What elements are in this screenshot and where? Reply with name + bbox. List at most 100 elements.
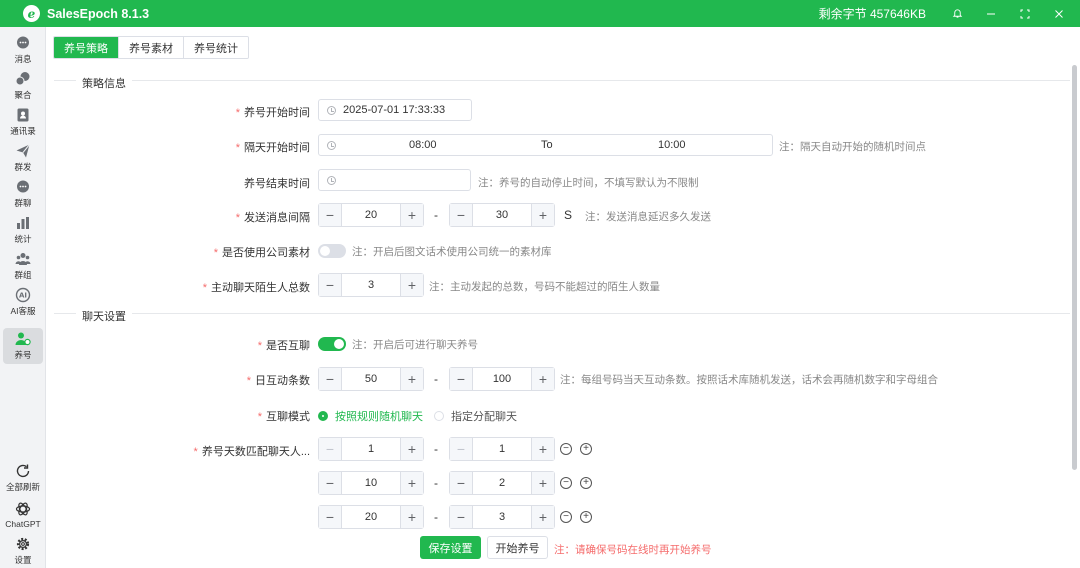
sidebar-item-label: 消息 [14, 54, 32, 64]
sidebar-settings[interactable]: 设置 [3, 533, 43, 568]
minimize-button[interactable] [974, 0, 1008, 27]
mode-option-assigned: 指定分配聊天 [451, 411, 517, 423]
increment-button[interactable]: + [400, 274, 423, 296]
start-warning-note: 注：请确保号码在线时再开始养号 [554, 544, 712, 556]
sidebar-item-account-nurture[interactable]: 养号 [3, 328, 43, 364]
scrollbar[interactable] [1072, 65, 1077, 470]
sidebar-chatgpt[interactable]: ChatGPT [3, 497, 43, 533]
decrement-button[interactable]: − [450, 368, 473, 390]
increment-button[interactable]: + [400, 472, 423, 494]
decrement-button[interactable]: − [450, 472, 473, 494]
match-days-value[interactable]: 20 [342, 511, 400, 523]
start-nurture-button[interactable]: 开始养号 [487, 536, 548, 559]
add-row-icon[interactable]: + [580, 443, 592, 455]
interval-note: 注：发送消息延迟多久发送 [585, 211, 711, 223]
add-row-icon[interactable]: + [580, 477, 592, 489]
decrement-button[interactable]: − [450, 506, 473, 528]
sidebar-item-ai-service[interactable]: AI AI客服 [3, 284, 43, 320]
mode-radio-random[interactable]: 按照规则随机聊天 [318, 408, 423, 424]
match-row-2-days-stepper[interactable]: − 10 + [318, 471, 424, 495]
remove-row-icon[interactable]: − [560, 477, 572, 489]
interval-max-value[interactable]: 30 [473, 209, 531, 221]
save-settings-button[interactable]: 保存设置 [420, 536, 481, 559]
match-row-3-people-stepper[interactable]: − 3 + [449, 505, 555, 529]
svg-text:AI: AI [19, 292, 27, 300]
group-chat-icon [17, 180, 29, 193]
decrement-button[interactable]: − [319, 368, 342, 390]
interval-unit: S [564, 208, 573, 222]
section-divider [54, 313, 1070, 314]
close-button[interactable] [1042, 0, 1076, 27]
sidebar-refresh-all[interactable]: 全部刷新 [3, 460, 43, 496]
sidebar-item-aggregate[interactable]: 聚合 [3, 68, 43, 104]
increment-button[interactable]: + [531, 472, 554, 494]
increment-button[interactable]: + [531, 438, 554, 460]
range-dash: - [434, 208, 438, 222]
end-time-picker[interactable] [318, 169, 471, 191]
mode-radio-assigned[interactable]: 指定分配聊天 [434, 408, 517, 424]
match-days-value[interactable]: 1 [342, 443, 400, 455]
clock-icon [327, 140, 336, 150]
increment-button[interactable]: + [531, 368, 554, 390]
strangers-stepper[interactable]: − 3 + [318, 273, 424, 297]
sidebar-item-contacts[interactable]: 通讯录 [3, 104, 43, 140]
next-day-time-range[interactable]: 08:00 To 10:00 [318, 134, 773, 156]
decrement-button[interactable]: − [450, 438, 473, 460]
sidebar-item-groups[interactable]: 群组 [3, 248, 43, 284]
match-row-1-people-stepper[interactable]: − 1 + [449, 437, 555, 461]
tab-statistics[interactable]: 养号统计 [184, 37, 248, 58]
start-time-value: 2025-07-01 17:33:33 [343, 104, 446, 116]
use-company-toggle[interactable] [318, 244, 346, 258]
sidebar-item-label: 群聊 [14, 198, 32, 208]
interval-min-stepper[interactable]: − 20 + [318, 203, 424, 227]
sidebar-item-label: ChatGPT [5, 519, 41, 529]
decrement-button[interactable]: − [319, 438, 342, 460]
decrement-button[interactable]: − [319, 472, 342, 494]
match-row-2-people-stepper[interactable]: − 2 + [449, 471, 555, 495]
mode-label: * 互聊模式 [257, 411, 310, 423]
increment-button[interactable]: + [400, 438, 423, 460]
tab-materials[interactable]: 养号素材 [119, 37, 184, 58]
daily-max-stepper[interactable]: − 100 + [449, 367, 555, 391]
next-day-note: 注：隔天自动开始的随机时间点 [779, 141, 926, 153]
match-row-1-days-stepper[interactable]: − 1 + [318, 437, 424, 461]
mutual-toggle[interactable] [318, 337, 346, 351]
increment-button[interactable]: + [400, 506, 423, 528]
match-people-value[interactable]: 2 [473, 477, 531, 489]
match-row-3-days-stepper[interactable]: − 20 + [318, 505, 424, 529]
app-title: SalesEpoch 8.1.3 [47, 6, 150, 21]
decrement-button[interactable]: − [319, 506, 342, 528]
end-time-note: 注：养号的自动停止时间，不填写默认为不限制 [478, 177, 699, 189]
daily-min-stepper[interactable]: − 50 + [318, 367, 424, 391]
daily-max-value[interactable]: 100 [473, 373, 531, 385]
sidebar-item-group-chat[interactable]: 群聊 [3, 176, 43, 212]
sidebar-item-stats[interactable]: 统计 [3, 212, 43, 248]
increment-button[interactable]: + [400, 204, 423, 226]
bar-chart-icon [17, 217, 29, 229]
increment-button[interactable]: + [531, 506, 554, 528]
sidebar-item-label: 通讯录 [10, 126, 36, 136]
interval-max-stepper[interactable]: − 30 + [449, 203, 555, 227]
increment-button[interactable]: + [400, 368, 423, 390]
daily-min-value[interactable]: 50 [342, 373, 400, 385]
decrement-button[interactable]: − [319, 274, 342, 296]
sidebar-item-messages[interactable]: 消息 [3, 32, 43, 68]
maximize-button[interactable] [1008, 0, 1042, 27]
bytes-value: 457646KB [869, 7, 926, 21]
range-dash: - [434, 372, 438, 386]
tab-strategy[interactable]: 养号策略 [54, 37, 119, 58]
remove-row-icon[interactable]: − [560, 443, 572, 455]
remove-row-icon[interactable]: − [560, 511, 572, 523]
bell-icon[interactable] [940, 0, 974, 27]
match-days-value[interactable]: 10 [342, 477, 400, 489]
interval-min-value[interactable]: 20 [342, 209, 400, 221]
add-row-icon[interactable]: + [580, 511, 592, 523]
match-people-value[interactable]: 1 [473, 443, 531, 455]
strangers-value[interactable]: 3 [342, 279, 400, 291]
increment-button[interactable]: + [531, 204, 554, 226]
decrement-button[interactable]: − [319, 204, 342, 226]
sidebar-item-broadcast[interactable]: 群发 [3, 140, 43, 176]
decrement-button[interactable]: − [450, 204, 473, 226]
match-people-value[interactable]: 3 [473, 511, 531, 523]
start-time-picker[interactable]: 2025-07-01 17:33:33 [318, 99, 472, 121]
